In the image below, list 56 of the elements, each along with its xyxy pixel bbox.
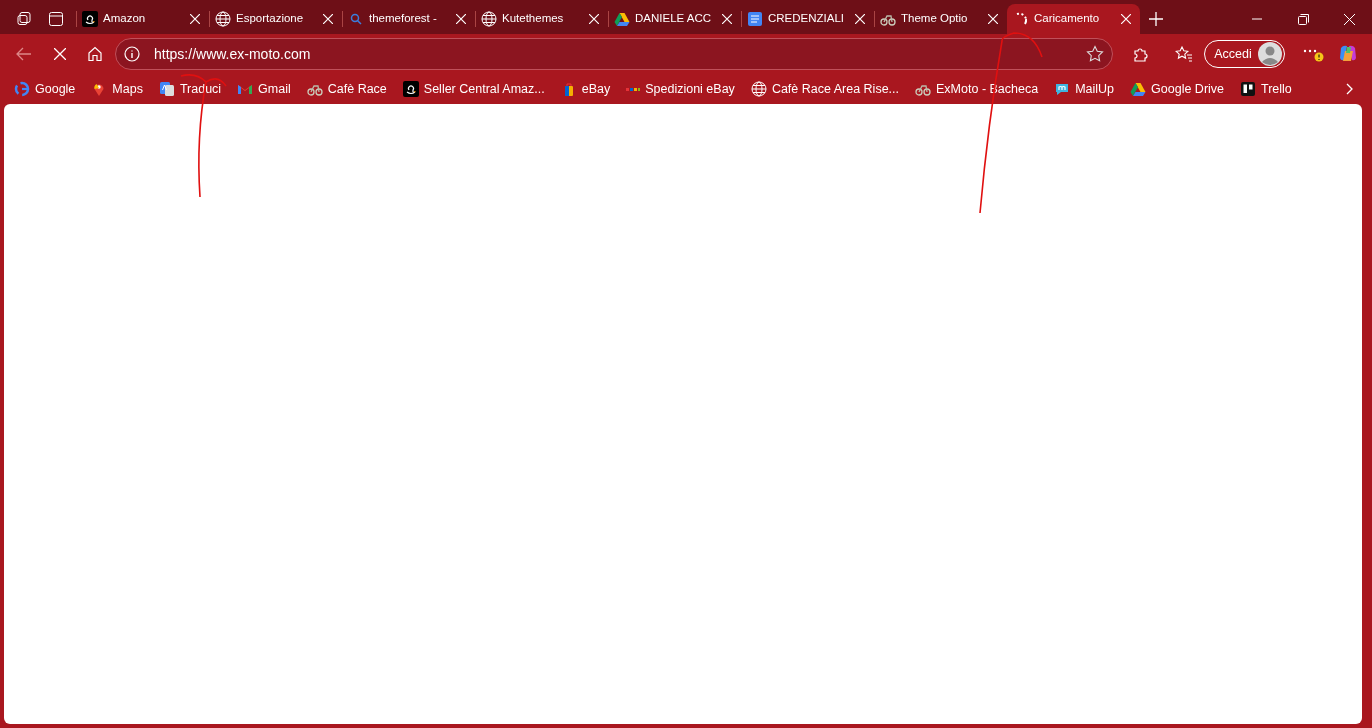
a-logo-icon	[82, 11, 98, 27]
browser-tab[interactable]: Caricamento	[1007, 4, 1140, 34]
bookmark-link[interactable]: Seller Central Amaz...	[398, 79, 549, 99]
board-icon	[1240, 81, 1257, 97]
tab-title: Amazon	[103, 11, 147, 27]
close-tab-icon[interactable]	[187, 11, 203, 27]
star-icon[interactable]	[1085, 45, 1104, 63]
tab-title: Theme Optio	[901, 11, 969, 27]
triangle-logo-icon	[1130, 81, 1147, 97]
translate-icon	[158, 81, 175, 97]
globe-icon	[481, 11, 497, 27]
tab-title: CREDENZIALI	[768, 11, 846, 27]
close-tab-icon[interactable]	[453, 11, 469, 27]
bookmark-link[interactable]: ExMoto - Bacheca	[911, 79, 1043, 99]
bookmark-link[interactable]: Gmail	[233, 79, 295, 99]
tab-title: themeforest -	[369, 11, 438, 27]
globe-icon	[215, 11, 231, 27]
bookmark-link[interactable]: Trello	[1236, 79, 1296, 99]
address-input[interactable]: https://www.ex-moto.com	[152, 42, 1078, 66]
info-icon[interactable]	[124, 46, 140, 62]
close-tab-icon[interactable]	[586, 11, 602, 27]
bookmark-link[interactable]: Maps	[87, 79, 147, 99]
close-tab-icon[interactable]	[719, 11, 735, 27]
close-tab-icon[interactable]	[1118, 11, 1134, 27]
tab-title: Caricamento	[1034, 11, 1101, 27]
speech-bubble-icon	[1054, 81, 1071, 97]
document-icon	[747, 11, 763, 27]
address-bar[interactable]: https://www.ex-moto.com	[115, 38, 1113, 70]
close-tab-icon[interactable]	[320, 11, 336, 27]
bookmark-link[interactable]: Google	[10, 79, 80, 99]
bookmark-link[interactable]: Spedizioni eBay	[622, 79, 739, 99]
browser-tab[interactable]: Esportazione	[209, 4, 342, 34]
bookmark-link[interactable]: eBay	[556, 79, 615, 99]
browser-tab[interactable]: CREDENZIALI	[741, 4, 874, 34]
avatar-icon	[1257, 42, 1282, 66]
colored-dashes-icon	[626, 87, 641, 91]
tab-title: Esportazione	[236, 11, 305, 27]
browser-tab[interactable]: themeforest -	[342, 4, 475, 34]
a-logo-icon	[402, 81, 419, 97]
bookmark-link[interactable]: Cafè Race Area Rise...	[746, 79, 904, 99]
globe-icon	[750, 81, 767, 97]
search-icon	[348, 11, 364, 27]
tab-title: DANIELE ACC	[635, 11, 713, 27]
browser-tab[interactable]: Amazon	[76, 4, 209, 34]
close-tab-icon[interactable]	[852, 11, 868, 27]
g-logo-icon	[14, 81, 30, 97]
bookmark-link[interactable]: Cafè Race	[302, 79, 391, 99]
browser-tab[interactable]: Theme Optio	[874, 4, 1007, 34]
bookmark-link[interactable]: Traduci	[154, 79, 226, 99]
browser-tab[interactable]: DANIELE ACC	[608, 4, 741, 34]
bookmark-link[interactable]: Google Drive	[1126, 79, 1229, 99]
bookmark-link[interactable]: MailUp	[1050, 79, 1119, 99]
triangle-logo-icon	[614, 11, 630, 27]
tab-title: Kutethemes	[502, 11, 565, 27]
close-tab-icon[interactable]	[985, 11, 1001, 27]
browser-tab[interactable]: Kutethemes	[475, 4, 608, 34]
